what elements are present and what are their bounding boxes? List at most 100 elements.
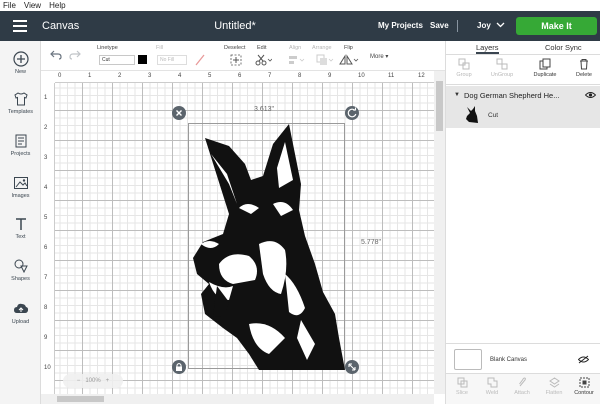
zoom-in-icon[interactable]: + bbox=[102, 378, 110, 384]
sidebar-item-upload[interactable]: Upload bbox=[0, 301, 41, 325]
ruler-tick-label: 5 bbox=[208, 73, 212, 79]
horizontal-scroll-thumb[interactable] bbox=[57, 396, 104, 402]
arrange-label: Arrange bbox=[312, 45, 332, 51]
linetype-select[interactable]: Cut bbox=[99, 55, 135, 65]
deselect-label: Deselect bbox=[224, 45, 246, 51]
ruler-tick-label: 6 bbox=[238, 73, 242, 79]
ruler-tick-label: 9 bbox=[328, 73, 332, 79]
deselect-icon[interactable] bbox=[230, 54, 242, 66]
lock-handle[interactable] bbox=[172, 360, 186, 374]
delete-handle[interactable] bbox=[172, 106, 186, 120]
flip-icon[interactable] bbox=[339, 54, 359, 66]
ruler-tick-label: 0 bbox=[58, 73, 62, 79]
user-name[interactable]: Joy bbox=[477, 21, 491, 30]
arrange-icon[interactable] bbox=[316, 54, 334, 66]
design-canvas[interactable]: 0 1 2 3 4 5 6 7 8 9 10 11 12 1 2 3 4 5 6 7 8 9 10 bbox=[41, 71, 434, 394]
eye-icon[interactable] bbox=[585, 91, 596, 99]
tab-layers[interactable]: Layers bbox=[476, 43, 499, 54]
ruler-tick-label: 2 bbox=[118, 73, 122, 79]
lock-icon bbox=[176, 363, 182, 371]
blank-canvas-label: Blank Canvas bbox=[490, 357, 528, 363]
tab-color-sync[interactable]: Color Sync bbox=[545, 43, 582, 52]
save-button[interactable]: Save bbox=[430, 21, 449, 30]
collapse-caret-icon[interactable]: ▼ bbox=[454, 92, 460, 98]
edit-toolbar: Linetype Cut Fill No Fill Deselect Edit … bbox=[41, 41, 445, 71]
ruler-tick-label: 8 bbox=[44, 305, 48, 311]
duplicate-button[interactable]: Duplicate bbox=[530, 58, 560, 78]
chevron-down-icon[interactable] bbox=[496, 21, 505, 29]
attach-button[interactable]: Attach bbox=[508, 377, 536, 396]
ruler-tick-label: 3 bbox=[148, 73, 152, 79]
sidebar-item-images[interactable]: Images bbox=[0, 175, 41, 199]
ruler-tick-label: 10 bbox=[44, 365, 51, 371]
my-projects-link[interactable]: My Projects bbox=[378, 21, 423, 30]
ruler-tick-label: 2 bbox=[44, 125, 48, 131]
zoom-control[interactable]: − 100% + bbox=[63, 374, 123, 388]
delete-button[interactable]: Delete bbox=[569, 58, 599, 78]
menu-view[interactable]: View bbox=[24, 0, 41, 11]
ruler-vertical: 1 2 3 4 5 6 7 8 9 10 bbox=[41, 83, 55, 394]
fill-label: Fill bbox=[156, 45, 164, 51]
left-sidebar: New Templates Projects Images Text Shape… bbox=[0, 41, 41, 404]
ruler-tick-label: 7 bbox=[268, 73, 272, 79]
blank-canvas-swatch[interactable] bbox=[454, 349, 482, 370]
ruler-tick-label: 1 bbox=[88, 73, 92, 79]
rotate-icon bbox=[347, 107, 357, 118]
bottom-actions-bar: Slice Weld Attach Flatten Contour bbox=[446, 373, 600, 404]
flatten-icon bbox=[548, 377, 560, 388]
selection-bounding-box[interactable] bbox=[188, 123, 346, 370]
redo-icon[interactable] bbox=[69, 50, 81, 60]
slice-button[interactable]: Slice bbox=[448, 377, 476, 396]
menu-help[interactable]: Help bbox=[49, 0, 65, 11]
make-it-button[interactable]: Make It bbox=[516, 17, 597, 35]
sidebar-item-shapes[interactable]: Shapes bbox=[0, 258, 41, 282]
weld-button[interactable]: Weld bbox=[478, 377, 506, 396]
eye-hidden-icon[interactable] bbox=[578, 355, 589, 364]
linetype-label: Linetype bbox=[97, 45, 118, 51]
sidebar-item-label: Text bbox=[15, 234, 26, 240]
german-shepherd-image[interactable] bbox=[189, 124, 346, 370]
sidebar-item-label: Projects bbox=[10, 151, 31, 157]
resize-handle[interactable] bbox=[345, 360, 359, 374]
flatten-button[interactable]: Flatten bbox=[540, 377, 568, 396]
fill-swatch-icon[interactable] bbox=[193, 54, 207, 66]
upload-icon bbox=[13, 303, 28, 313]
plus-icon bbox=[12, 51, 29, 67]
sidebar-item-projects[interactable]: Projects bbox=[0, 133, 41, 157]
rotate-handle[interactable] bbox=[345, 106, 359, 120]
ruler-corner bbox=[41, 71, 55, 83]
sidebar-item-new[interactable]: New bbox=[0, 51, 41, 75]
sidebar-item-templates[interactable]: Templates bbox=[0, 91, 41, 115]
linetype-color-swatch[interactable] bbox=[138, 55, 147, 64]
sidebar-item-text[interactable]: Text bbox=[0, 216, 41, 240]
menu-file[interactable]: File bbox=[3, 0, 16, 11]
group-button[interactable]: Group bbox=[449, 58, 479, 78]
weld-icon bbox=[487, 377, 497, 388]
image-icon bbox=[13, 177, 28, 189]
resize-arrows-icon bbox=[348, 363, 356, 371]
sidebar-item-label: Upload bbox=[11, 319, 30, 325]
vertical-scroll-thumb[interactable] bbox=[436, 81, 443, 131]
zoom-out-icon[interactable]: − bbox=[77, 378, 84, 384]
ruler-tick-label: 6 bbox=[44, 245, 48, 251]
header-divider bbox=[457, 20, 458, 32]
ruler-tick-label: 8 bbox=[298, 73, 302, 79]
undo-icon[interactable] bbox=[50, 50, 62, 60]
ruler-tick-label: 7 bbox=[44, 275, 48, 281]
canvas-grid[interactable]: 3.613" 5.778" bbox=[55, 83, 434, 394]
layer-group-item[interactable]: ▼ Dog German Shepherd He... Cut bbox=[446, 86, 600, 128]
horizontal-scrollbar[interactable] bbox=[41, 394, 434, 404]
layers-panel: Layers Color Sync Group UnGroup Duplicat… bbox=[445, 41, 600, 404]
text-icon bbox=[15, 218, 26, 230]
flip-label: Flip bbox=[344, 45, 353, 51]
contour-button[interactable]: Contour bbox=[570, 377, 598, 396]
vertical-scrollbar[interactable] bbox=[434, 71, 445, 394]
scissors-icon[interactable] bbox=[254, 54, 272, 66]
layer-actions-bar: Group UnGroup Duplicate Delete bbox=[446, 55, 600, 85]
ungroup-button[interactable]: UnGroup bbox=[487, 58, 517, 78]
ruler-tick-label: 4 bbox=[178, 73, 182, 79]
align-icon[interactable] bbox=[287, 54, 305, 66]
close-icon bbox=[176, 110, 182, 116]
more-menu[interactable]: More ▾ bbox=[370, 53, 388, 60]
fill-select[interactable]: No Fill bbox=[157, 55, 187, 65]
